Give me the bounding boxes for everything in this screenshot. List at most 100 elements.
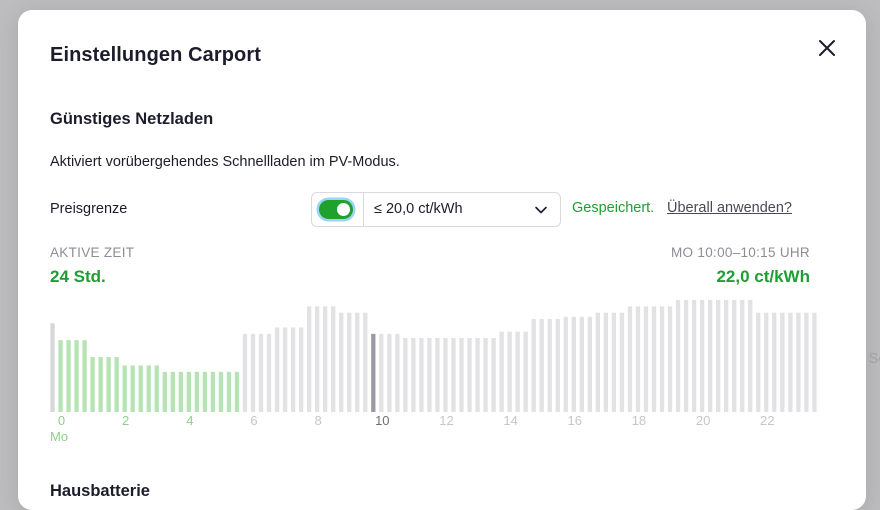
price-bar[interactable]: [138, 365, 143, 412]
price-bar[interactable]: [379, 333, 384, 412]
price-bar[interactable]: [603, 312, 609, 412]
price-bar[interactable]: [611, 312, 617, 412]
price-bar[interactable]: [226, 371, 232, 412]
x-tick-label: 14: [503, 413, 517, 428]
price-bar[interactable]: [619, 312, 625, 412]
price-bar[interactable]: [804, 312, 809, 412]
price-bar[interactable]: [395, 333, 400, 412]
price-bar[interactable]: [122, 365, 127, 412]
price-bar[interactable]: [547, 319, 552, 412]
price-bar[interactable]: [162, 371, 167, 412]
price-bar-chart[interactable]: 0 2 4 6 8 10 12 14 16 18 20 22 Mo: [18, 10, 866, 470]
price-bar[interactable]: [106, 357, 111, 412]
price-bar[interactable]: [202, 371, 208, 412]
price-bar[interactable]: [323, 306, 328, 412]
price-bar[interactable]: [651, 306, 657, 412]
price-bar[interactable]: [186, 371, 191, 412]
price-bar[interactable]: [258, 333, 264, 412]
price-bar[interactable]: [427, 338, 432, 412]
price-bar[interactable]: [170, 371, 175, 412]
price-bar[interactable]: [812, 312, 817, 412]
price-bar[interactable]: [748, 300, 753, 412]
price-bar[interactable]: [780, 312, 785, 412]
price-bar[interactable]: [98, 357, 103, 412]
price-bar[interactable]: [339, 312, 344, 412]
price-bar[interactable]: [74, 340, 79, 412]
price-bar[interactable]: [50, 323, 55, 412]
price-bar[interactable]: [363, 312, 368, 412]
price-bar[interactable]: [315, 306, 320, 412]
price-bar[interactable]: [435, 338, 440, 412]
price-bar[interactable]: [90, 357, 95, 412]
price-bar[interactable]: [210, 371, 216, 412]
price-bar[interactable]: [707, 300, 713, 412]
price-bar[interactable]: [331, 306, 336, 412]
price-bar[interactable]: [451, 338, 456, 412]
price-bar[interactable]: [387, 333, 392, 412]
price-bar[interactable]: [459, 338, 464, 412]
price-bar[interactable]: [627, 306, 633, 412]
price-bar[interactable]: [266, 333, 272, 412]
price-bar[interactable]: [732, 300, 737, 412]
x-tick-label: 20: [696, 413, 710, 428]
price-bar[interactable]: [274, 327, 280, 412]
price-bar[interactable]: [772, 312, 777, 412]
price-bar[interactable]: [587, 316, 592, 412]
x-tick-label: 4: [186, 413, 193, 428]
price-bar[interactable]: [443, 338, 448, 412]
price-bar[interactable]: [250, 333, 256, 412]
price-bar[interactable]: [178, 371, 183, 412]
price-bar[interactable]: [595, 312, 601, 412]
price-bar[interactable]: [467, 338, 472, 412]
price-bar[interactable]: [507, 331, 512, 412]
price-bar[interactable]: [347, 312, 352, 412]
price-bar[interactable]: [282, 327, 288, 412]
price-bar[interactable]: [58, 340, 63, 412]
price-bar[interactable]: [242, 333, 248, 412]
price-bar[interactable]: [716, 300, 721, 412]
price-bar[interactable]: [234, 371, 240, 412]
price-bar[interactable]: [475, 338, 480, 412]
price-bar[interactable]: [531, 319, 536, 412]
price-bar[interactable]: [579, 316, 584, 412]
price-bar[interactable]: [539, 319, 544, 412]
price-bar[interactable]: [764, 312, 769, 412]
price-bar[interactable]: [740, 300, 745, 412]
price-bar[interactable]: [724, 300, 729, 412]
price-bar[interactable]: [371, 333, 376, 412]
price-bar[interactable]: [290, 327, 296, 412]
price-bar[interactable]: [483, 338, 488, 412]
price-bar[interactable]: [306, 306, 312, 412]
price-bar[interactable]: [355, 312, 360, 412]
price-bar[interactable]: [515, 331, 520, 412]
price-bar[interactable]: [683, 300, 689, 412]
price-bar[interactable]: [491, 338, 496, 412]
price-bar[interactable]: [555, 319, 560, 412]
price-bar[interactable]: [298, 327, 304, 412]
price-bar[interactable]: [146, 365, 151, 412]
price-bar[interactable]: [563, 316, 568, 412]
price-bar[interactable]: [571, 316, 576, 412]
price-bar[interactable]: [114, 357, 119, 412]
price-bar[interactable]: [419, 338, 424, 412]
price-bar[interactable]: [194, 371, 200, 412]
price-bar[interactable]: [130, 365, 135, 412]
price-bar[interactable]: [788, 312, 793, 412]
price-bar[interactable]: [643, 306, 649, 412]
price-bar[interactable]: [499, 331, 504, 412]
price-bar[interactable]: [796, 312, 801, 412]
price-bar[interactable]: [411, 338, 416, 412]
price-bar[interactable]: [699, 300, 705, 412]
price-bar[interactable]: [82, 340, 87, 412]
price-bar[interactable]: [403, 338, 408, 412]
price-bar[interactable]: [523, 331, 528, 412]
price-bar[interactable]: [675, 300, 681, 412]
price-bar[interactable]: [667, 306, 673, 412]
price-bar[interactable]: [691, 300, 697, 412]
price-bar[interactable]: [66, 340, 71, 412]
price-bar[interactable]: [756, 312, 761, 412]
price-bar[interactable]: [659, 306, 665, 412]
price-bar[interactable]: [635, 306, 641, 412]
price-bar[interactable]: [154, 365, 159, 412]
price-bar[interactable]: [218, 371, 224, 412]
